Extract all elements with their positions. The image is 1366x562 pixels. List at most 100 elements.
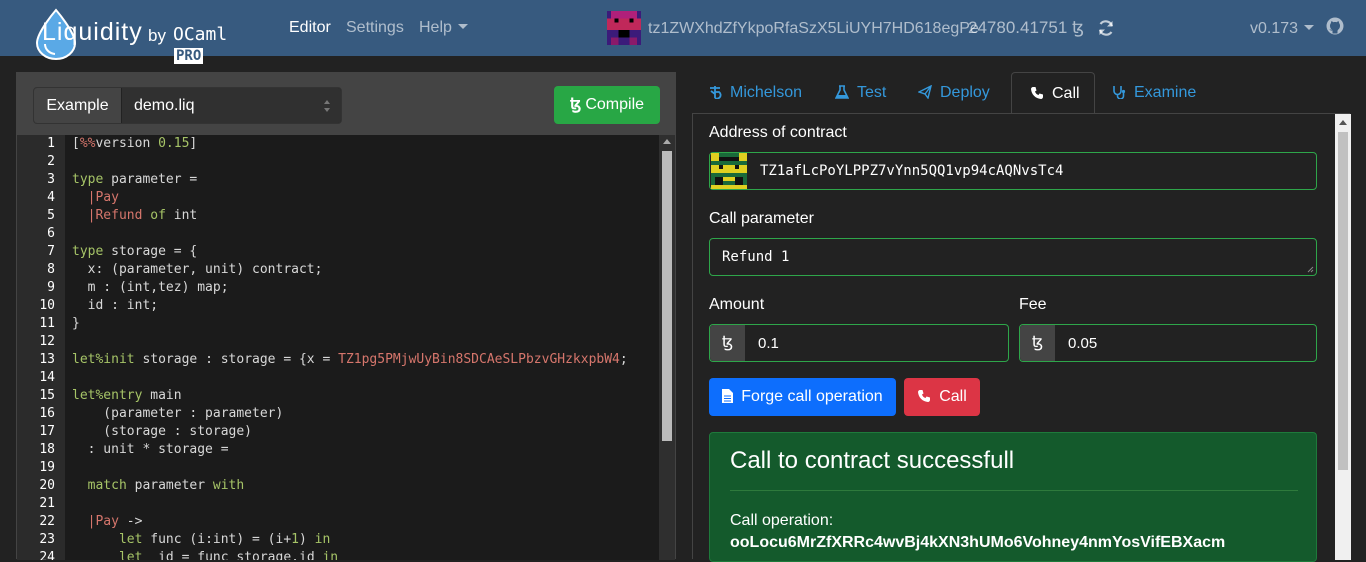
code-line: 10 id : int; (17, 297, 657, 315)
code-line: 9 m : (int,tez) map; (17, 279, 657, 297)
tab-examine[interactable]: Examine (1112, 72, 1196, 114)
code-line: 11} (17, 315, 657, 333)
code-text: m : (int,tez) map; (72, 280, 229, 295)
code-line: 21 (17, 495, 657, 513)
code-line: 15 let%entry main (17, 387, 657, 405)
example-select[interactable]: demo.liq (122, 88, 341, 123)
line-number: 21 (39, 496, 55, 511)
code-text: (parameter : parameter) (72, 406, 284, 421)
call-result-alert: Call to contract successfull Call operat… (709, 432, 1317, 562)
code-line: 22 |Pay -> (17, 513, 657, 531)
line-number: 12 (39, 334, 55, 349)
code-editor[interactable]: 1 [%%version 0.15] 2 3 type parameter = 4 |Pa… (17, 135, 675, 560)
code-line: 24 let _id = func storage.id in (17, 549, 657, 560)
line-number: 22 (39, 514, 55, 529)
result-divider (730, 490, 1298, 491)
nav-settings[interactable]: Settings (346, 19, 404, 37)
contract-address-value: TZ1afLcPoYLPPZ7vYnn5QQ1vp94cAQNvsTc4 (760, 163, 1064, 179)
code-line: 20 match parameter with (17, 477, 657, 495)
tab-deploy[interactable]: Deploy (918, 72, 990, 114)
version-dropdown[interactable]: v0.173 (1250, 20, 1315, 38)
code-text: match parameter with (87, 478, 245, 493)
logo-by: by (148, 26, 166, 45)
code-text: (storage : storage) (72, 424, 253, 439)
tab-test[interactable]: Test (835, 72, 886, 114)
line-number: 10 (39, 298, 55, 313)
line-number: 7 (47, 244, 55, 259)
code-text: } (72, 316, 80, 331)
line-number: 13 (39, 352, 55, 367)
right-panel-tabs: Michelson Test Deploy Call Examine (692, 72, 1350, 114)
call-parameter-input[interactable]: Refund 1 (709, 238, 1317, 276)
compile-button[interactable]: ꜩ Compile (554, 86, 660, 124)
code-line: 18 : unit * storage = (17, 441, 657, 459)
paper-plane-icon (918, 85, 932, 99)
code-line: 8 x: (parameter, unit) contract; (17, 261, 657, 279)
code-text: : unit * storage = (72, 442, 229, 457)
line-number: 11 (39, 316, 55, 331)
company-name: OCaml (173, 24, 228, 45)
code-text: let%entry main (72, 388, 182, 403)
github-icon[interactable] (1326, 17, 1344, 35)
nav-editor[interactable]: Editor (289, 19, 331, 37)
code-text: id : int; (72, 298, 159, 313)
code-text: type storage = { (72, 244, 198, 259)
code-text: |Refund of int (87, 208, 198, 223)
line-number: 18 (39, 442, 55, 457)
line-number: 24 (39, 550, 55, 560)
logo-text: Liquidity (42, 18, 143, 46)
account-balance: 24780.41751 ꜩ (968, 18, 1085, 37)
code-line: 1 [%%version 0.15] (17, 135, 657, 153)
fee-value: 0.05 (1068, 335, 1098, 352)
fee-field[interactable]: ꜩ 0.05 (1019, 324, 1317, 362)
code-line: 4 |Pay (17, 189, 657, 207)
call-button[interactable]: Call (904, 378, 980, 416)
call-button-label: Call (939, 388, 967, 405)
right-scrollbar-thumb[interactable] (1338, 132, 1348, 470)
code-line: 17 (storage : storage) (17, 423, 657, 441)
account-address[interactable]: tz1ZWXhdZfYkpoRfaSzX5LiUYH7HD618egPe (648, 20, 979, 38)
code-text: [%%version 0.15] (72, 136, 198, 151)
contract-address-field[interactable]: TZ1afLcPoYLPPZ7vYnn5QQ1vp94cAQNvsTc4 (709, 152, 1317, 190)
flask-icon (835, 85, 849, 99)
forge-call-button[interactable]: Forge call operation (709, 378, 896, 416)
line-number: 3 (47, 172, 55, 187)
code-line: 16 (parameter : parameter) (17, 405, 657, 423)
code-text: let _id = func storage.id in (118, 550, 339, 560)
refresh-icon[interactable] (1096, 18, 1116, 38)
right-panel-scrollbar[interactable] (1335, 114, 1351, 560)
line-number: 6 (47, 226, 55, 241)
code-text: |Pay (87, 190, 119, 205)
code-text: let func (i:int) = (i+1) in (118, 532, 331, 547)
code-text: |Pay -> (87, 514, 143, 529)
scroll-up-arrow-icon[interactable] (1339, 120, 1347, 125)
resize-handle-icon[interactable] (1307, 266, 1314, 273)
tab-michelson[interactable]: Michelson (708, 72, 802, 114)
document-icon (722, 389, 734, 403)
example-label: Example (34, 88, 122, 123)
liquidity-logo[interactable]: Liquidity by OCaml PRO (16, 4, 256, 64)
tab-michelson-label: Michelson (730, 84, 803, 101)
line-number: 2 (47, 154, 55, 169)
address-label: Address of contract (709, 124, 847, 141)
account-identicon[interactable] (607, 10, 641, 46)
phone-icon (1031, 87, 1043, 99)
scroll-up-arrow-icon[interactable] (663, 139, 671, 144)
line-number: 19 (39, 460, 55, 475)
nav-help[interactable]: Help (419, 19, 468, 37)
code-scrollbar[interactable] (659, 135, 675, 560)
code-line: 5 |Refund of int (17, 207, 657, 225)
amount-tez-addon: ꜩ (710, 325, 745, 361)
code-line: 23 let func (i:int) = (i+1) in (17, 531, 657, 549)
code-scrollbar-thumb[interactable] (662, 151, 672, 441)
line-number: 14 (39, 370, 55, 385)
navbar: Liquidity by OCaml PRO Editor Settings He… (0, 0, 1366, 64)
call-operation-hash[interactable]: ooLocu6MrZfXRRc4wvBj4kXN3hUMo6Vohney4nmY… (730, 534, 1225, 552)
amount-field[interactable]: ꜩ 0.1 (709, 324, 1009, 362)
editor-panel: Example demo.liq ꜩ Compile 1 [%%version 0.… (16, 72, 676, 560)
tab-call[interactable]: Call (1011, 72, 1095, 114)
pro-badge: PRO (174, 48, 204, 64)
select-arrows-icon (324, 100, 330, 112)
code-line: 2 (17, 153, 657, 171)
call-panel: Address of contract TZ1afLcPoYLPPZ7vYnn5… (692, 113, 1351, 562)
